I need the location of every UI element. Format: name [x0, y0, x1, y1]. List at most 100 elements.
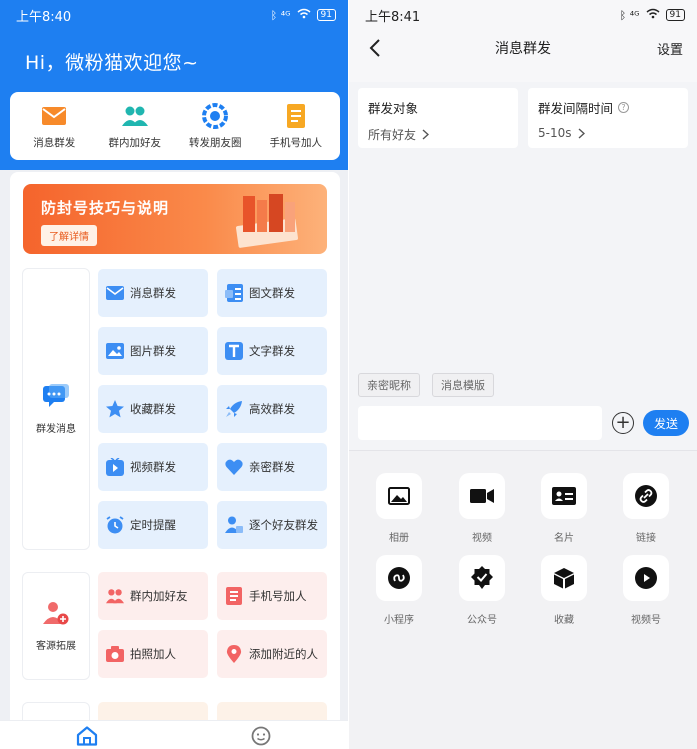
chat-bubble-icon — [43, 383, 69, 412]
plus-icon[interactable]: + — [612, 412, 634, 434]
status-time: 上午8:40 — [16, 9, 72, 25]
user-card-icon — [225, 516, 243, 534]
wifi-icon — [297, 8, 311, 22]
tile-intimate-broadcast[interactable]: 亲密群发 — [217, 443, 327, 491]
home-icon[interactable] — [76, 726, 98, 749]
signal-icon: ᛒ ⁴ᴳ — [619, 8, 640, 22]
chevron-left-icon — [369, 39, 380, 57]
broadcast-interval-card[interactable]: 群发间隔时间 ? 5-10s — [528, 88, 688, 148]
chip-intimate-nickname[interactable]: 亲密昵称 — [358, 373, 420, 397]
attachment-panel: 相册 视频 名片 链接 小程序 公众号 收藏 视频号 — [349, 450, 697, 749]
message-input[interactable] — [358, 406, 602, 440]
chevron-right-icon — [422, 129, 430, 140]
broadcast-target-card[interactable]: 群发对象 所有好友 — [358, 88, 518, 148]
location-pin-icon — [225, 645, 243, 663]
chevron-right-icon — [578, 127, 585, 139]
text-t-icon — [225, 342, 243, 360]
banner-title: 防封号技巧与说明 — [41, 199, 170, 217]
group-customer-expansion[interactable]: 客源拓展 — [22, 572, 90, 680]
album-icon — [376, 473, 422, 519]
target-value: 所有好友 — [368, 126, 508, 143]
business-card-icon — [541, 473, 587, 519]
group-broadcast[interactable]: 群发消息 — [22, 268, 90, 550]
help-icon[interactable]: ? — [618, 102, 630, 113]
image-text-icon — [225, 284, 243, 302]
envelope-icon — [106, 284, 124, 302]
attach-mini-program[interactable]: 小程序 — [369, 555, 429, 626]
feature-card: 防封号技巧与说明 了解详情 群发消息 客源拓展 消息群发 图文群发 图片群发 文… — [10, 172, 340, 749]
quick-action-forward-moments[interactable]: 转发朋友圈 — [175, 102, 255, 150]
phone-book-icon — [282, 103, 310, 129]
tile-efficient-broadcast[interactable]: 高效群发 — [217, 385, 327, 433]
tile-group-add-friends[interactable]: 群内加好友 — [98, 572, 208, 620]
tile-favorites-broadcast[interactable]: 收藏群发 — [98, 385, 208, 433]
attach-album[interactable]: 相册 — [369, 473, 429, 544]
rocket-icon — [225, 400, 243, 418]
status-time: 上午8:41 — [365, 9, 421, 25]
channels-play-icon — [623, 555, 669, 601]
quick-action-message-broadcast[interactable]: 消息群发 — [14, 103, 94, 150]
profile-icon[interactable] — [250, 726, 272, 749]
page-title: 消息群发 — [495, 41, 551, 57]
quick-actions: 消息群发 群内加好友 转发朋友圈 手机号加人 — [10, 92, 340, 160]
chip-message-template[interactable]: 消息模版 — [432, 373, 494, 397]
tile-photo-add[interactable]: 拍照加人 — [98, 630, 208, 678]
target-title: 群发对象 — [368, 101, 419, 116]
tile-message-broadcast[interactable]: 消息群发 — [98, 269, 208, 317]
official-account-icon — [459, 555, 505, 601]
home-screen: 上午8:40 ᛒ ⁴ᴳ 91 Hi，微粉猫欢迎您~ 消息群发 群内加好友 转发朋… — [0, 0, 348, 749]
tile-one-by-one-broadcast[interactable]: 逐个好友群发 — [217, 501, 327, 549]
status-icons: ᛒ ⁴ᴳ 91 — [620, 8, 685, 22]
alarm-clock-icon — [106, 516, 124, 534]
camera-icon — [106, 645, 124, 663]
favorites-cube-icon — [541, 555, 587, 601]
phone-book-icon — [225, 587, 243, 605]
signal-icon: ᛒ ⁴ᴳ — [270, 8, 291, 22]
broadcast-header: 上午8:41 ᛒ ⁴ᴳ 91 消息群发 设置 — [349, 0, 697, 82]
nav-bar: 消息群发 设置 — [349, 30, 697, 66]
picture-icon — [106, 342, 124, 360]
link-icon — [623, 473, 669, 519]
moments-camera-icon — [201, 102, 229, 129]
tile-phone-add[interactable]: 手机号加人 — [217, 572, 327, 620]
attach-video[interactable]: 视频 — [452, 473, 512, 544]
attach-favorites[interactable]: 收藏 — [534, 555, 594, 626]
add-user-icon — [43, 601, 69, 629]
attach-business-card[interactable]: 名片 — [534, 473, 594, 544]
attach-official-account[interactable]: 公众号 — [452, 555, 512, 626]
group-users-icon — [106, 587, 124, 605]
status-bar: 上午8:41 ᛒ ⁴ᴳ 91 — [349, 0, 697, 30]
group-users-icon — [121, 103, 149, 129]
quick-action-group-add[interactable]: 群内加好友 — [95, 103, 175, 150]
attach-channels[interactable]: 视频号 — [616, 555, 676, 626]
interval-value: 5-10s — [538, 126, 678, 140]
tile-text-broadcast[interactable]: 文字群发 — [217, 327, 327, 375]
send-button[interactable]: 发送 — [643, 410, 689, 436]
status-bar: 上午8:40 ᛒ ⁴ᴳ 91 — [0, 0, 348, 30]
envelope-icon — [40, 103, 68, 129]
star-icon — [106, 400, 124, 418]
back-button[interactable] — [363, 36, 387, 60]
learn-more-button[interactable]: 了解详情 — [41, 225, 97, 246]
books-illustration-icon — [236, 194, 298, 248]
tile-image-text-broadcast[interactable]: 图文群发 — [217, 269, 327, 317]
wifi-icon — [646, 8, 660, 22]
status-icons: ᛒ ⁴ᴳ 91 — [271, 8, 336, 22]
broadcast-screen: 上午8:41 ᛒ ⁴ᴳ 91 消息群发 设置 群发对象 所有好友 群发间隔时间 — [349, 0, 697, 749]
greeting-text: Hi，微粉猫欢迎您~ — [25, 52, 199, 74]
bottom-nav — [0, 720, 348, 749]
video-camera-icon — [459, 473, 505, 519]
anti-ban-banner[interactable]: 防封号技巧与说明 了解详情 — [23, 184, 327, 254]
tile-picture-broadcast[interactable]: 图片群发 — [98, 327, 208, 375]
settings-button[interactable]: 设置 — [657, 39, 683, 58]
tile-video-broadcast[interactable]: 视频群发 — [98, 443, 208, 491]
mini-program-icon — [376, 555, 422, 601]
tile-timed-reminder[interactable]: 定时提醒 — [98, 501, 208, 549]
tile-add-nearby[interactable]: 添加附近的人 — [217, 630, 327, 678]
video-play-icon — [106, 458, 124, 476]
interval-title: 群发间隔时间 ? — [538, 98, 678, 117]
heart-icon — [225, 458, 243, 476]
quick-action-phone-add[interactable]: 手机号加人 — [256, 103, 336, 150]
attach-link[interactable]: 链接 — [616, 473, 676, 544]
battery-icon: 91 — [665, 9, 685, 21]
